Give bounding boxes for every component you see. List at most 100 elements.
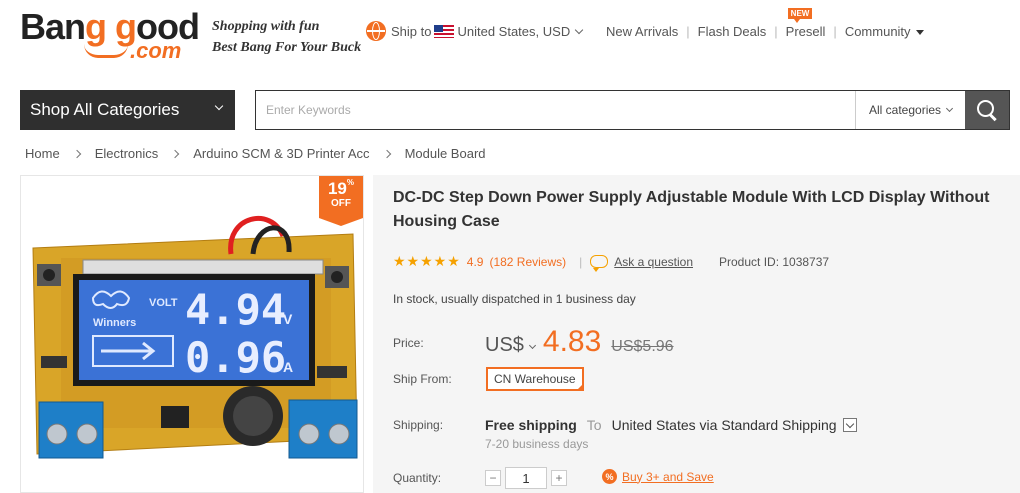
- breadcrumb-home[interactable]: Home: [25, 146, 60, 161]
- nav-separator: |: [686, 23, 690, 39]
- ship-from-label: Ship From:: [393, 372, 452, 386]
- nav-presell[interactable]: NEW Presell: [785, 7, 826, 39]
- lcd-brand: Winners: [93, 317, 136, 329]
- breadcrumb: Home Electronics Arduino SCM & 3D Printe…: [25, 146, 486, 161]
- terminal-screw: [298, 423, 320, 445]
- product-id: Product ID: 1038737: [719, 254, 830, 269]
- breadcrumb-electronics[interactable]: Electronics: [95, 146, 159, 161]
- discount-unit: %: [346, 178, 355, 187]
- chevron-right-icon: [171, 149, 180, 158]
- lcd-voltage-unit: V: [283, 311, 293, 327]
- free-shipping-text: Free shipping: [485, 417, 577, 433]
- shop-all-categories-button[interactable]: Shop All Categories: [20, 90, 235, 130]
- chevron-down-icon: [946, 104, 954, 113]
- chevron-right-icon: [382, 149, 391, 158]
- nav-community-label: Community: [844, 23, 911, 39]
- shipping-to-text: To: [586, 417, 602, 433]
- lcd-current: 0.96: [185, 333, 286, 382]
- ship-to-country: United States: [457, 23, 536, 39]
- push-button-left-cap: [43, 269, 55, 281]
- quantity-increase-button[interactable]: +: [551, 470, 567, 486]
- lcd-current-unit: A: [283, 359, 293, 375]
- warehouse-option[interactable]: CN Warehouse: [486, 367, 584, 391]
- bulk-save-link: Buy 3+ and Save: [622, 469, 714, 484]
- chevron-down-icon: [528, 342, 536, 350]
- terminal-screw: [46, 423, 68, 445]
- terminal-screw: [76, 423, 98, 445]
- smd-component: [317, 366, 347, 378]
- new-badge: NEW: [787, 7, 813, 23]
- logo-smile-icon: [84, 44, 128, 58]
- banggood-logo[interactable]: Bang good .com: [20, 6, 202, 64]
- currency-code: US$: [485, 334, 524, 356]
- percent-icon: %: [602, 469, 617, 484]
- nav-new-arrivals[interactable]: New Arrivals: [606, 24, 678, 39]
- us-flag-icon: [434, 24, 455, 38]
- pin-header: [82, 259, 324, 275]
- dropdown-icon[interactable]: [842, 418, 857, 432]
- quantity-stepper: − 1 +: [485, 467, 567, 489]
- globe-icon: [366, 21, 386, 41]
- top-navigation: New Arrivals | Flash Deals | NEW Presell…: [606, 7, 924, 42]
- search-category-label: All categories: [869, 103, 942, 117]
- inductor-core: [233, 396, 273, 436]
- terminal-screw: [328, 423, 350, 445]
- search-input[interactable]: [256, 91, 855, 129]
- lcd-module-illustration: Winners VOLT 4.94 V 0.96 A: [32, 216, 358, 459]
- slogan-line-2: Best Bang For Your Buck: [212, 40, 362, 55]
- lcd-voltage: 4.94: [185, 285, 286, 334]
- price-row: US$ 4.83 US$5.96: [485, 325, 674, 359]
- product-title: DC-DC Step Down Power Supply Adjustable …: [393, 189, 990, 230]
- quantity-input[interactable]: 1: [505, 467, 547, 489]
- quantity-label: Quantity:: [393, 471, 442, 485]
- slogan: Shopping with fun Best Bang For Your Buc…: [212, 16, 361, 58]
- rating-row: ★★★★★ 4.9 (182 Reviews) | Ask a question…: [393, 253, 830, 272]
- ship-to-currency: , USD: [535, 23, 571, 39]
- nav-community[interactable]: Community: [845, 24, 924, 39]
- slogan-line-1: Shopping with fun: [212, 19, 320, 34]
- logo-domain: .com: [130, 38, 182, 63]
- star-rating-icon: ★★★★★: [393, 253, 461, 269]
- shipping-method[interactable]: Free shipping To United States via Stand…: [485, 417, 857, 433]
- regulator-chip: [161, 406, 189, 428]
- breadcrumb-arduino[interactable]: Arduino SCM & 3D Printer Acc: [193, 146, 369, 161]
- chevron-right-icon: [72, 149, 81, 158]
- quantity-decrease-button[interactable]: −: [485, 470, 501, 486]
- product-info-panel: DC-DC Step Down Power Supply Adjustable …: [373, 175, 1020, 493]
- product-image[interactable]: Winners VOLT 4.94 V 0.96 A 19% OFF: [20, 175, 364, 493]
- nav-separator: |: [774, 23, 778, 39]
- discount-badge: 19% OFF: [319, 176, 363, 226]
- current-price: 4.83: [542, 325, 602, 358]
- shipping-label: Shipping:: [393, 418, 444, 432]
- currency-selector[interactable]: US$: [485, 334, 541, 357]
- stock-status: In stock, usually dispatched in 1 busine…: [393, 292, 636, 306]
- original-price: US$5.96: [611, 338, 674, 355]
- nav-separator: |: [833, 23, 837, 39]
- discount-off-label: OFF: [331, 198, 351, 209]
- ship-to-label: Ship to: [391, 23, 432, 39]
- bulk-save-offer[interactable]: % Buy 3+ and Save: [602, 469, 714, 484]
- push-button-right-cap: [331, 271, 343, 283]
- search-button[interactable]: [965, 91, 1009, 129]
- chat-bubble-icon: [590, 255, 609, 272]
- nav-presell-label: Presell: [785, 23, 826, 39]
- caret-down-icon: [915, 29, 924, 35]
- search-bar: All categories: [255, 90, 1010, 130]
- search-icon: [976, 99, 998, 121]
- chevron-down-icon: [574, 25, 584, 34]
- smd-component: [41, 356, 67, 368]
- discount-value: 19: [327, 179, 347, 198]
- rating-score: 4.9: [466, 254, 484, 269]
- breadcrumb-module-board[interactable]: Module Board: [405, 146, 486, 161]
- lcd-mode: VOLT: [149, 297, 178, 309]
- delivery-time: 7-20 business days: [485, 437, 589, 451]
- ship-to-selector[interactable]: Ship to United States , USD: [366, 20, 584, 42]
- nav-flash-deals[interactable]: Flash Deals: [698, 24, 767, 39]
- rating-separator: |: [579, 254, 583, 269]
- chevron-down-icon: [214, 101, 224, 111]
- ask-question-link[interactable]: Ask a question: [614, 255, 693, 269]
- shop-all-categories-label: Shop All Categories: [30, 100, 180, 119]
- reviews-link[interactable]: (182 Reviews): [489, 255, 566, 269]
- shipping-destination: United States via Standard Shipping: [611, 417, 837, 433]
- search-category-select[interactable]: All categories: [855, 91, 965, 129]
